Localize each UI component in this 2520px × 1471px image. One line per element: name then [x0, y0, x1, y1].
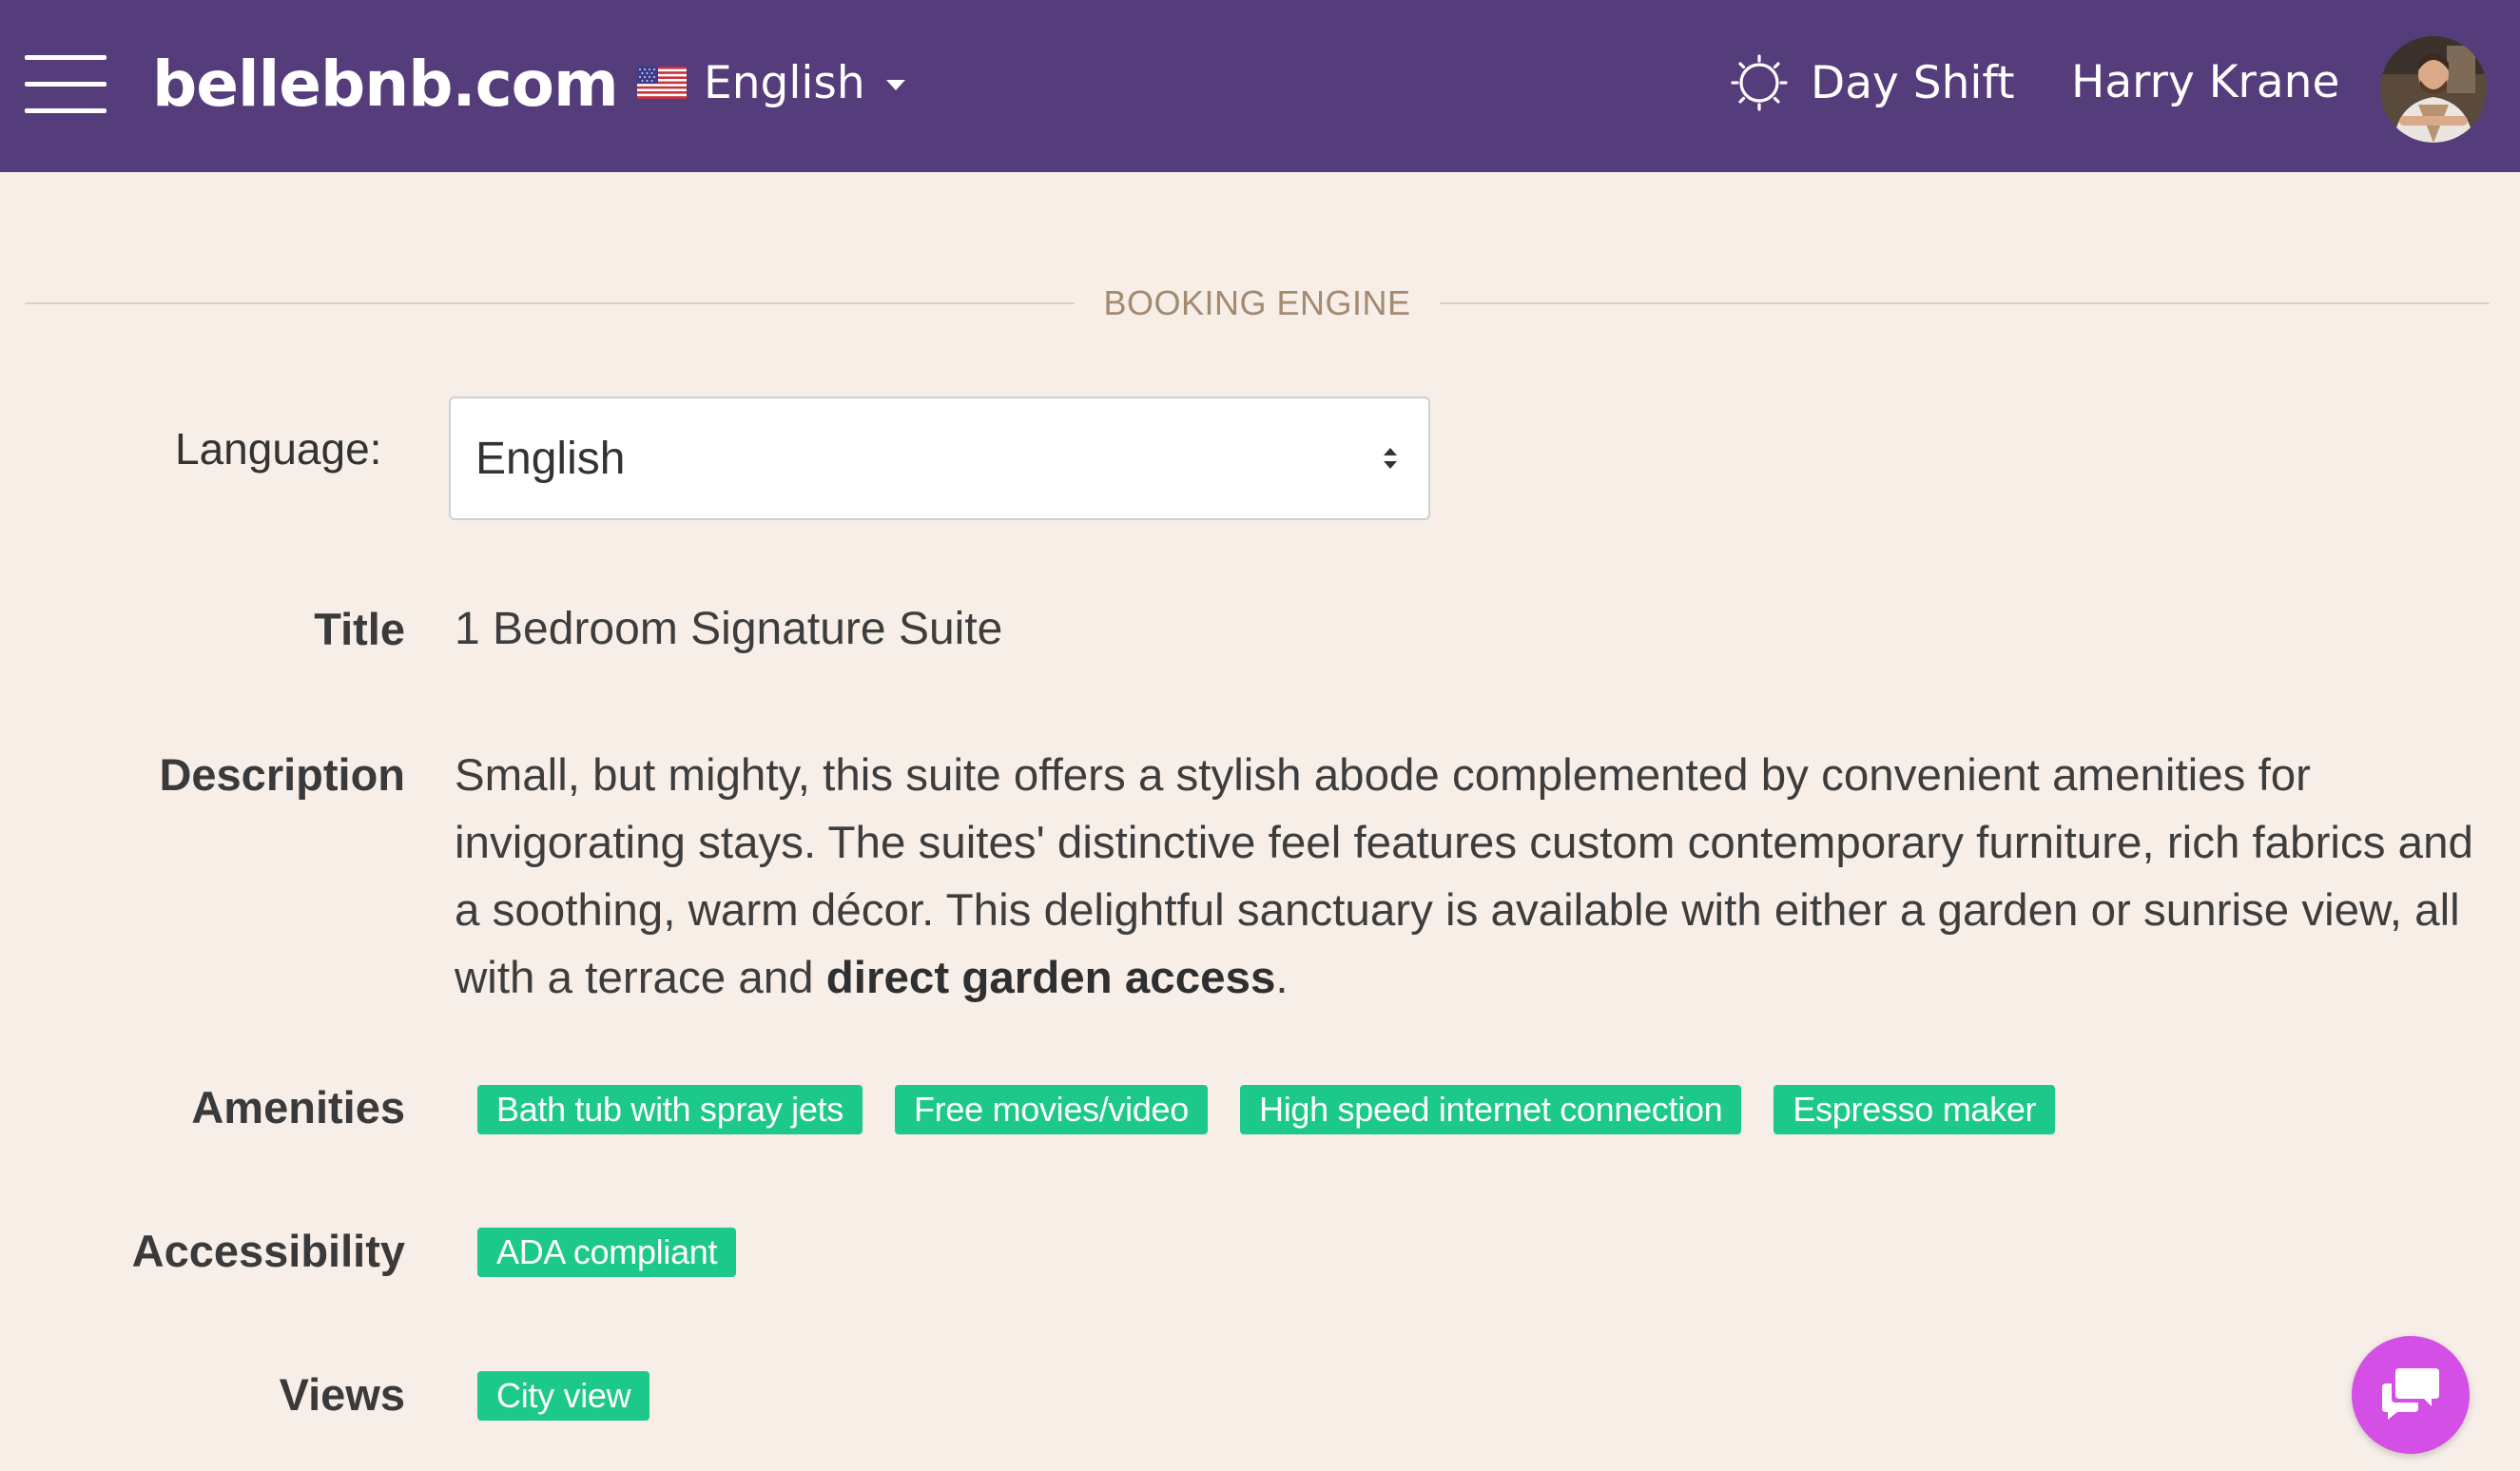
language-select[interactable]: English	[449, 397, 1430, 520]
select-arrows-icon	[1384, 448, 1397, 469]
views-label: Views	[279, 1369, 405, 1420]
section-divider-left	[25, 302, 1075, 304]
accessibility-tags: ADA compliant	[477, 1228, 737, 1277]
top-navbar: bellebnb.com English Day Shift Harry Kra…	[0, 0, 2520, 172]
section-title: BOOKING ENGINE	[1103, 283, 1411, 322]
language-dropdown[interactable]: English	[637, 48, 905, 118]
language-select-value: English	[475, 434, 626, 484]
avatar[interactable]	[2380, 36, 2487, 143]
chat-button[interactable]	[2352, 1336, 2470, 1454]
language-switch-label: English	[704, 56, 865, 109]
view-tag: City view	[477, 1371, 650, 1421]
logo[interactable]: bellebnb.com	[152, 40, 619, 129]
description-bold-text: direct garden access	[825, 953, 1276, 1003]
accessibility-label: Accessibility	[131, 1226, 405, 1276]
shift-selector[interactable]: Day Shift	[1731, 48, 2015, 118]
room-description: Small, but mighty, this suite offers a s…	[455, 742, 2499, 1012]
section-divider-right	[1440, 302, 2490, 304]
room-title: 1 Bedroom Signature Suite	[455, 604, 1003, 654]
user-name[interactable]: Harry Krane	[2071, 48, 2339, 118]
us-flag-icon	[637, 67, 687, 99]
amenity-tag: High speed internet connection	[1240, 1085, 1742, 1134]
description-label: Description	[159, 749, 405, 800]
amenity-tag: Free movies/video	[894, 1085, 1209, 1134]
views-tags: City view	[477, 1371, 650, 1421]
description-end: .	[1275, 953, 1289, 1003]
chevron-down-icon	[885, 79, 905, 90]
amenities-tags: Bath tub with spray jets Free movies/vid…	[477, 1085, 2056, 1134]
amenity-tag: Bath tub with spray jets	[477, 1085, 863, 1134]
hamburger-menu-icon[interactable]	[25, 55, 107, 113]
accessibility-tag: ADA compliant	[477, 1228, 737, 1277]
title-label: Title	[314, 604, 405, 654]
amenities-label: Amenities	[191, 1082, 405, 1132]
description-text: Small, but mighty, this suite offers a s…	[455, 750, 2473, 1003]
shift-label: Day Shift	[1811, 56, 2015, 109]
language-label: Language:	[175, 424, 382, 474]
amenity-tag: Espresso maker	[1774, 1085, 2056, 1134]
sun-icon	[1731, 54, 1788, 111]
chat-bubbles-icon	[2382, 1368, 2439, 1420]
